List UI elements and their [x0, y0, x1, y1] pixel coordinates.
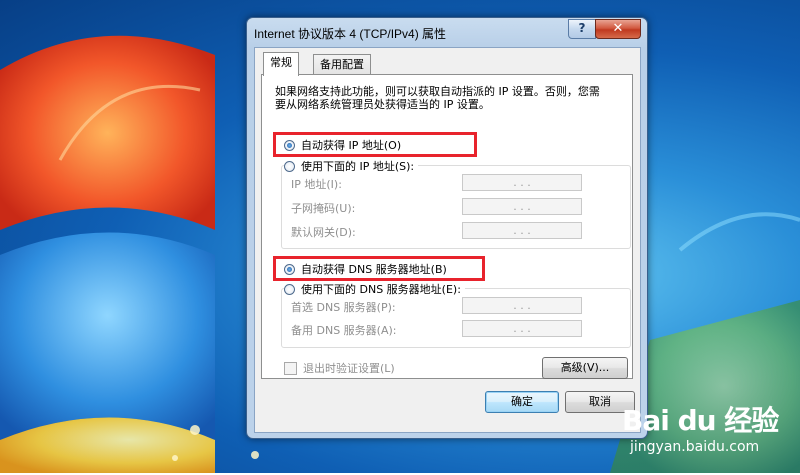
default-gateway-label: 默认网关(D): — [291, 226, 356, 239]
subnet-mask-input[interactable]: . . . — [462, 198, 582, 215]
window-title: Internet 协议版本 4 (TCP/IPv4) 属性 — [254, 27, 447, 41]
close-button[interactable]: ✕ — [595, 19, 641, 39]
validate-settings-label: 退出时验证设置(L) — [303, 362, 395, 375]
radio-auto-ip-label: 自动获得 IP 地址(O) — [301, 139, 402, 152]
radio-manual-ip[interactable]: 使用下面的 IP 地址(S): — [284, 158, 419, 174]
radio-manual-dns-label: 使用下面的 DNS 服务器地址(E): — [301, 283, 461, 296]
ok-button[interactable]: 确定 — [485, 391, 559, 413]
preferred-dns-label: 首选 DNS 服务器(P): — [291, 301, 396, 314]
title-bar[interactable]: Internet 协议版本 4 (TCP/IPv4) 属性 ? ✕ — [247, 18, 647, 46]
radio-auto-dns-label: 自动获得 DNS 服务器地址(B) — [301, 263, 447, 276]
default-gateway-value: . . . — [513, 224, 531, 237]
validate-settings-box[interactable] — [284, 361, 297, 375]
radio-manual-dns[interactable]: 使用下面的 DNS 服务器地址(E): — [284, 281, 465, 297]
manual-dns-fields: 首选 DNS 服务器(P): . . . 备用 DNS 服务器(A): . . … — [281, 296, 629, 346]
description-text: 如果网络支持此功能，则可以获取自动指派的 IP 设置。否则，您需要从网络系统管理… — [275, 85, 600, 111]
help-button[interactable]: ? — [568, 19, 596, 39]
radio-manual-ip-indicator[interactable] — [284, 160, 295, 172]
default-gateway-input[interactable]: . . . — [462, 222, 582, 239]
subnet-mask-value: . . . — [513, 200, 531, 213]
validate-settings-checkbox[interactable]: 退出时验证设置(L) — [284, 360, 395, 376]
radio-auto-ip-indicator[interactable] — [284, 139, 295, 151]
tab-alternate-configuration[interactable]: 备用配置 — [313, 54, 371, 75]
advanced-button[interactable]: 高级(V)... — [542, 357, 628, 379]
radio-manual-dns-indicator[interactable] — [284, 283, 295, 295]
alternate-dns-label: 备用 DNS 服务器(A): — [291, 324, 397, 337]
ip-address-value: . . . — [513, 176, 531, 189]
tab-general[interactable]: 常规 — [263, 52, 299, 76]
radio-auto-dns-indicator[interactable] — [284, 263, 295, 275]
baidu-jingyan-watermark: Bai du 经验 jingyan.baidu.com — [612, 395, 800, 475]
subnet-mask-label: 子网掩码(U): — [291, 202, 356, 215]
radio-auto-ip[interactable]: 自动获得 IP 地址(O) — [284, 137, 401, 153]
radio-auto-dns[interactable]: 自动获得 DNS 服务器地址(B) — [284, 261, 447, 277]
alternate-dns-value: . . . — [513, 322, 531, 335]
radio-manual-ip-label: 使用下面的 IP 地址(S): — [301, 160, 415, 173]
watermark-brand: Bai du 经验 — [622, 404, 779, 437]
manual-ip-fields: IP 地址(I): . . . 子网掩码(U): . . . 默认网关(D): … — [281, 173, 629, 247]
ip-address-input[interactable]: . . . — [462, 174, 582, 191]
preferred-dns-input[interactable]: . . . — [462, 297, 582, 314]
tcpip-properties-dialog: Internet 协议版本 4 (TCP/IPv4) 属性 ? ✕ 常规 备用配… — [246, 17, 648, 439]
ip-address-label: IP 地址(I): — [291, 178, 342, 191]
dialog-client-area: 常规 备用配置 如果网络支持此功能，则可以获取自动指派的 IP 设置。否则，您需… — [254, 47, 641, 433]
general-tab-panel: 如果网络支持此功能，则可以获取自动指派的 IP 设置。否则，您需要从网络系统管理… — [261, 74, 633, 379]
alternate-dns-input[interactable]: . . . — [462, 320, 582, 337]
watermark-url: jingyan.baidu.com — [630, 439, 760, 455]
preferred-dns-value: . . . — [513, 299, 531, 312]
